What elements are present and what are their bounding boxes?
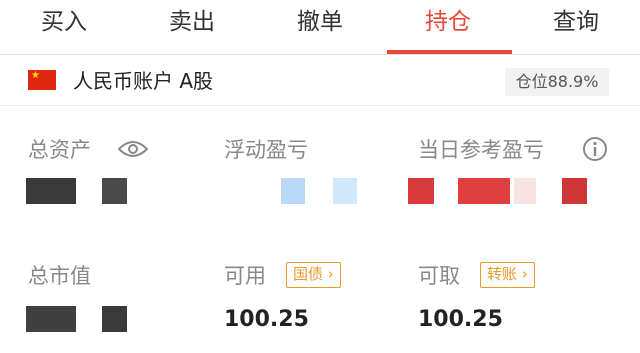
floating-pl-value-masked <box>281 178 305 204</box>
transfer-button[interactable]: 转账 › <box>480 262 535 288</box>
transfer-label: 转账 <box>487 265 518 283</box>
eye-icon[interactable] <box>118 139 148 159</box>
position-ratio-badge: 仓位88.9% <box>505 68 609 96</box>
withdrawable-label: 可取 <box>418 264 460 288</box>
chevron-right-icon: › <box>517 265 528 283</box>
trade-tab-bar: 买入 卖出 撤单 持仓 查询 <box>0 0 640 55</box>
tab-cancel-order[interactable]: 撤单 <box>256 0 384 55</box>
daily-pl-value-masked <box>514 178 536 204</box>
market-value-label: 总市值 <box>28 264 91 288</box>
daily-pl-value-masked <box>458 178 510 204</box>
total-assets-value-masked <box>26 178 76 204</box>
total-assets-label: 总资产 <box>28 138 91 162</box>
tab-query[interactable]: 查询 <box>512 0 640 55</box>
available-label: 可用 <box>224 264 266 288</box>
daily-pl-value-masked <box>562 178 587 204</box>
market-value-masked <box>102 306 127 332</box>
tab-holdings[interactable]: 持仓 <box>384 0 512 55</box>
tab-buy[interactable]: 买入 <box>0 0 128 55</box>
active-tab-indicator <box>387 50 512 54</box>
account-name: 人民币账户 A股 <box>73 69 214 93</box>
treasury-bond-button[interactable]: 国债 › <box>286 262 341 288</box>
floating-pl-label: 浮动盈亏 <box>224 138 308 162</box>
market-value-masked <box>26 306 76 332</box>
info-icon[interactable] <box>582 136 608 162</box>
treasury-bond-label: 国债 <box>293 265 324 283</box>
daily-pl-value-masked <box>408 178 434 204</box>
tab-sell[interactable]: 卖出 <box>128 0 256 55</box>
chevron-right-icon: › <box>323 265 334 283</box>
withdrawable-value: 100.25 <box>418 307 503 332</box>
available-value: 100.25 <box>224 307 309 332</box>
daily-pl-label: 当日参考盈亏 <box>418 138 544 162</box>
floating-pl-value-masked <box>333 178 357 204</box>
china-flag-icon: ★ <box>28 70 56 90</box>
total-assets-value-masked <box>102 178 127 204</box>
